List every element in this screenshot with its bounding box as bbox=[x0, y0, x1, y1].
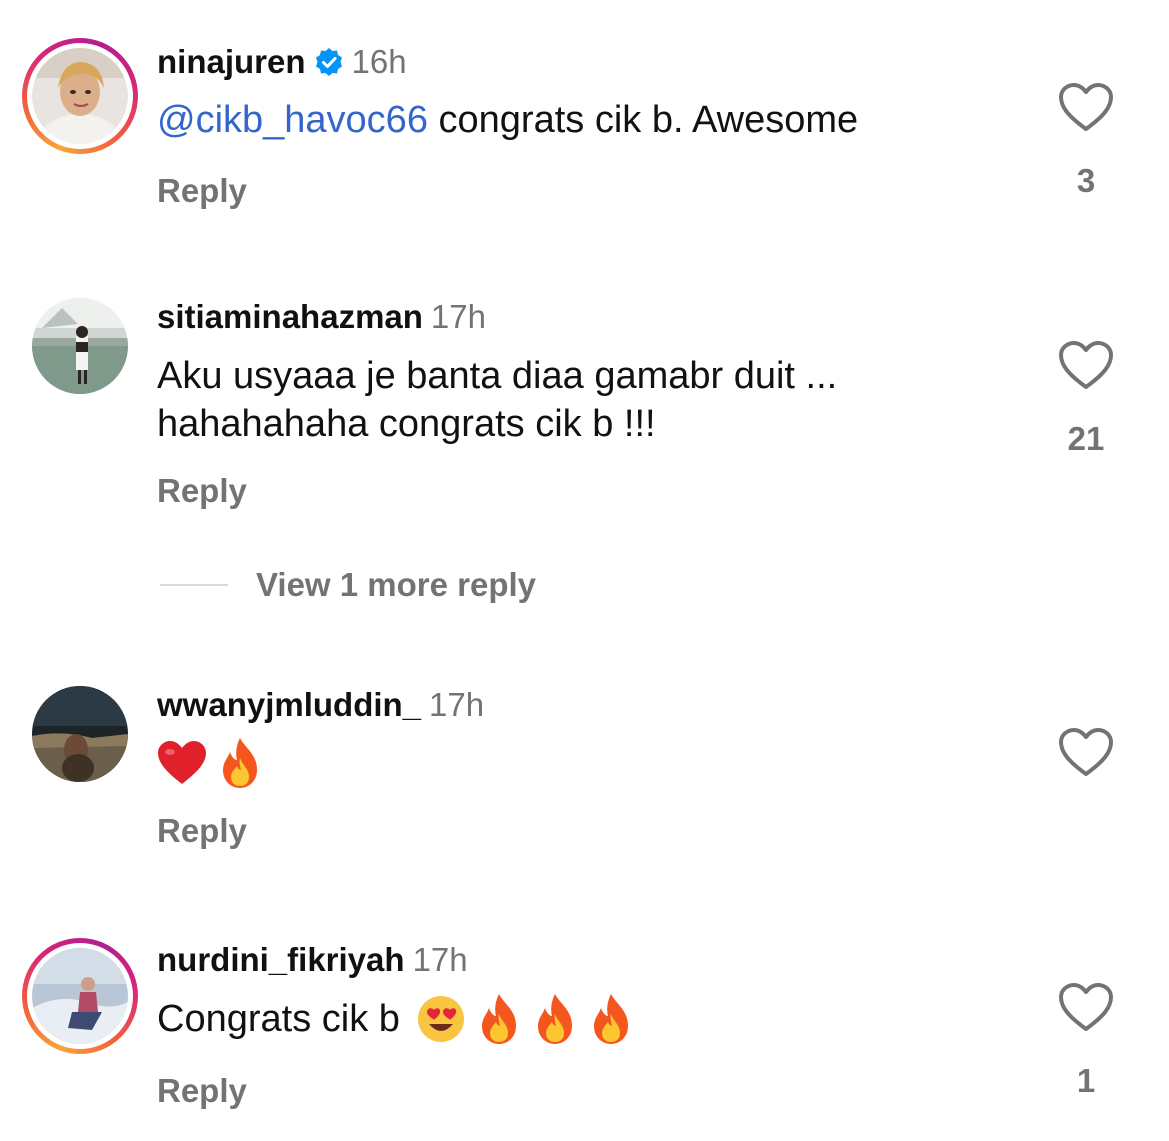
reply-button[interactable]: Reply bbox=[157, 812, 247, 850]
avatar bbox=[32, 948, 128, 1044]
red-heart-icon bbox=[157, 740, 207, 786]
verified-badge-icon bbox=[314, 47, 344, 77]
avatar-story-ring[interactable] bbox=[22, 938, 138, 1054]
avatar bbox=[32, 686, 128, 782]
timestamp: 17h bbox=[412, 941, 468, 978]
like-heart-icon[interactable] bbox=[1058, 340, 1114, 392]
view-more-replies-button[interactable]: View 1 more reply bbox=[256, 566, 536, 604]
mention-link[interactable]: @cikb_havoc66 bbox=[157, 99, 428, 141]
avatar-story-ring[interactable] bbox=[22, 38, 138, 154]
fire-icon bbox=[588, 992, 634, 1046]
reply-button[interactable]: Reply bbox=[157, 472, 247, 510]
heart-eyes-icon bbox=[416, 994, 466, 1044]
avatar-wrap[interactable] bbox=[22, 288, 138, 404]
timestamp: 17h bbox=[430, 298, 486, 335]
like-count[interactable]: 1 bbox=[1056, 1062, 1116, 1100]
view-more-divider bbox=[160, 584, 228, 586]
username[interactable]: sitiaminahazman bbox=[157, 298, 423, 335]
fire-icon bbox=[476, 992, 522, 1046]
comment-header: nurdini_fikriyah 17h bbox=[157, 940, 468, 980]
fire-icon bbox=[217, 736, 263, 790]
like-heart-icon[interactable] bbox=[1058, 727, 1114, 779]
comment-text-line1: Aku usyaaa je banta diaa gamabr duit ... bbox=[157, 355, 838, 397]
avatar bbox=[32, 48, 128, 144]
comment-text: @cikb_havoc66 congrats cik b. Awesome bbox=[157, 96, 858, 144]
timestamp: 16h bbox=[351, 43, 407, 80]
comment-text-line2: hahahahaha congrats cik b !!! bbox=[157, 403, 656, 445]
comment-header: sitiaminahazman 17h bbox=[157, 297, 486, 337]
comment-body: Congrats cik b bbox=[157, 998, 400, 1040]
username[interactable]: wwanyjmluddin_ bbox=[157, 686, 421, 723]
comment-text: Congrats cik b bbox=[157, 992, 634, 1046]
comment-header: ninajuren 16h bbox=[157, 42, 407, 82]
reply-button[interactable]: Reply bbox=[157, 172, 247, 210]
username[interactable]: ninajuren bbox=[157, 43, 306, 80]
fire-icon bbox=[532, 992, 578, 1046]
like-heart-icon[interactable] bbox=[1058, 82, 1114, 134]
like-heart-icon[interactable] bbox=[1058, 982, 1114, 1034]
comment-emojis bbox=[157, 736, 263, 790]
like-count[interactable]: 21 bbox=[1056, 420, 1116, 458]
comment-header: wwanyjmluddin_ 17h bbox=[157, 685, 484, 725]
timestamp: 17h bbox=[429, 686, 485, 723]
avatar bbox=[32, 298, 128, 394]
like-count[interactable]: 3 bbox=[1056, 162, 1116, 200]
reply-button[interactable]: Reply bbox=[157, 1072, 247, 1110]
username[interactable]: nurdini_fikriyah bbox=[157, 941, 405, 978]
comment-body: congrats cik b. Awesome bbox=[427, 99, 859, 141]
avatar-wrap[interactable] bbox=[22, 676, 138, 792]
